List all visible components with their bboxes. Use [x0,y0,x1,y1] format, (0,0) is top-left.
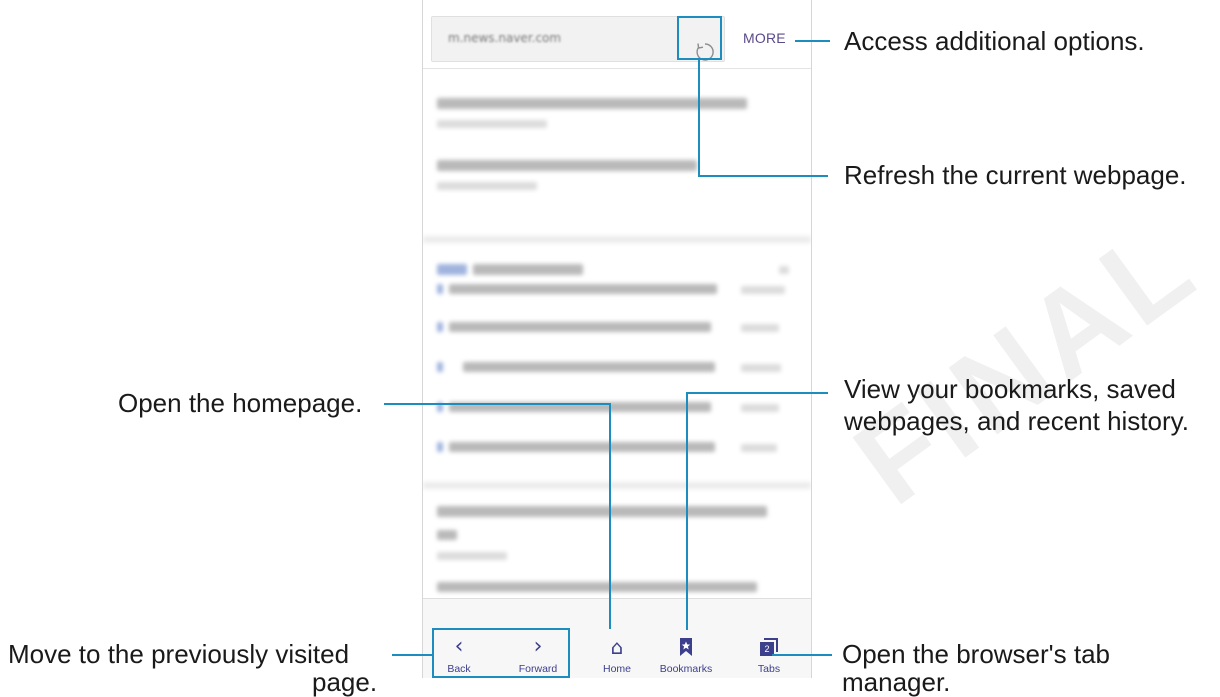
refresh-highlight [677,16,722,60]
refresh-callout-line-v [698,60,700,176]
browser-screen: m.news.naver.com MORE ‹ Back › Forward ⌂… [422,0,812,678]
more-callout-line [795,40,830,42]
bookmarks-label: Bookmarks [659,663,713,675]
home-callout-line-h [384,403,611,405]
tabs-label: Tabs [757,663,781,675]
tabs-button[interactable]: 2 Tabs [737,599,801,678]
refresh-callout-line-h [698,175,828,177]
watermark: FINAL [831,196,1220,531]
bookmarks-callout-line-h [686,392,828,394]
back-callout-text-1: Move to the previously visited [8,639,350,669]
home-label: Home [602,663,631,675]
back-forward-highlight [432,628,570,678]
bookmarks-callout-text-2: webpages, and recent history. [844,406,1189,436]
back-callout-line [392,654,432,656]
tabs-callout-text-2: manager. [842,667,951,697]
home-callout-text: Open the homepage. [118,388,363,418]
address-bar-url: m.news.naver.com [448,31,562,45]
bookmarks-callout-line-v [686,392,688,630]
home-icon: ⌂ [610,635,624,659]
tabs-callout-text-1: Open the browser's tab [842,639,1110,669]
bookmarks-callout-text-1: View your bookmarks, saved [844,374,1176,404]
more-button[interactable]: MORE [743,30,786,46]
browser-toolbar: m.news.naver.com MORE [423,0,811,69]
home-callout-line-v [609,403,611,629]
bookmark-icon [680,638,692,656]
tabs-callout-line [772,654,832,656]
more-callout-text: Access additional options. [844,26,1145,56]
back-callout-text-2: page. [312,667,378,697]
refresh-callout-text: Refresh the current webpage. [844,160,1187,190]
home-button[interactable]: ⌂ Home [587,599,647,678]
